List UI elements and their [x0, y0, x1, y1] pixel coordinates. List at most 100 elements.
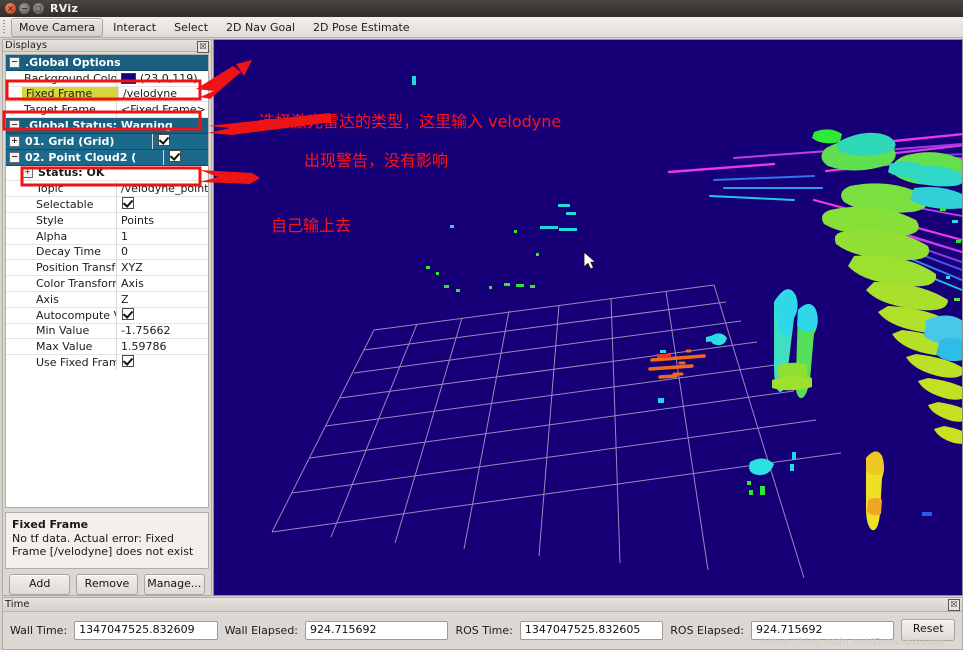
displays-tree[interactable]: − .Global Options Background Color (23,0…	[5, 54, 209, 508]
tree-item-label: .Global Status: Warning	[25, 119, 173, 133]
color-value-text: (23,0,119)	[140, 71, 198, 85]
close-icon[interactable]: ×	[5, 3, 16, 14]
ros-time-input[interactable]: 1347047525.832605	[519, 620, 664, 640]
tree-item-value[interactable]: XYZ	[117, 261, 208, 274]
tree-item-label: Color Transform	[36, 277, 116, 291]
tree-row-fixed-frame[interactable]: Fixed Frame /velodyne	[6, 86, 208, 103]
close-icon[interactable]: ☒	[948, 599, 960, 611]
checkbox-grid-enabled[interactable]	[158, 133, 171, 146]
tree-row-status-ok[interactable]: + Status: OK	[6, 166, 208, 182]
tree-item-label: Status: OK	[38, 166, 105, 180]
annotation-lidar-type: 选择激光雷达的类型，这里输入 velodyne	[259, 112, 562, 131]
tree-row-max-value[interactable]: Max Value 1.59786	[6, 339, 208, 356]
toolbar-drag-handle[interactable]	[1, 19, 8, 35]
tree-item-label: Axis	[36, 292, 59, 306]
displays-panel: Displays ☒ − .Global Options Background …	[2, 39, 212, 596]
tree-row-use-fixed-frame[interactable]: Use Fixed Frame	[6, 355, 208, 370]
tree-row-target-frame[interactable]: Target Frame <Fixed Frame>	[6, 102, 208, 119]
tree-item-value[interactable]	[153, 133, 208, 149]
window-title: RViz	[50, 2, 79, 15]
wall-elapsed-label: Wall Elapsed:	[224, 623, 299, 637]
remove-display-button[interactable]: Remove	[76, 574, 138, 595]
tree-row-selectable[interactable]: Selectable	[6, 197, 208, 213]
maximize-icon[interactable]: ◻	[33, 3, 44, 14]
tree-row-position-transformer[interactable]: Position Transfo XYZ	[6, 260, 208, 277]
status-detail-panel: Fixed Frame No tf data. Actual error: Fi…	[5, 512, 209, 569]
collapse-icon[interactable]: −	[9, 120, 20, 132]
tree-item-label: Target Frame	[24, 103, 96, 117]
tree-item-value[interactable]: (23,0,119)	[117, 72, 208, 85]
tree-item-label: .Global Options	[25, 55, 121, 69]
watermark-text: https://blog.csdn.net/GroundWalker	[761, 637, 946, 648]
tree-item-value[interactable]: -1.75662	[117, 324, 208, 337]
status-line-2: Frame [/velodyne] does not exist	[12, 545, 194, 558]
tree-item-label: Use Fixed Frame	[36, 356, 116, 370]
tree-item-value[interactable]	[164, 149, 208, 165]
tree-item-label: Decay Time	[36, 245, 101, 259]
tree-row-min-value[interactable]: Min Value -1.75662	[6, 323, 208, 340]
color-swatch[interactable]	[121, 73, 136, 85]
tree-item-value[interactable]: Points	[117, 214, 208, 227]
tree-row-color-transformer[interactable]: Color Transform Axis	[6, 276, 208, 292]
tree-item-value[interactable]: Axis	[117, 277, 208, 290]
annotation-type-yourself: 自己输上去	[271, 216, 352, 235]
expand-icon[interactable]: +	[22, 167, 33, 179]
tree-category-global-options[interactable]: − .Global Options	[6, 55, 208, 71]
tree-category-global-status[interactable]: − .Global Status: Warning	[6, 118, 208, 134]
time-panel-title: Time	[5, 599, 30, 610]
tree-row-axis[interactable]: Axis Z	[6, 291, 208, 308]
wall-elapsed-input[interactable]: 924.715692	[305, 620, 449, 640]
manage-displays-button[interactable]: Manage...	[143, 574, 205, 595]
tool-2d-pose-estimate[interactable]: 2D Pose Estimate	[305, 18, 418, 37]
tree-item-label: Autocompute V	[36, 308, 116, 322]
status-title: Fixed Frame	[12, 518, 89, 531]
add-display-button[interactable]: Add	[9, 574, 71, 595]
collapse-icon[interactable]: −	[9, 56, 20, 68]
tree-row-alpha[interactable]: Alpha 1	[6, 228, 208, 245]
checkbox-autocompute[interactable]	[122, 307, 134, 320]
fixed-frame-value[interactable]: /velodyne	[119, 87, 208, 100]
minimize-icon[interactable]: −	[19, 3, 30, 14]
tree-item-label: Alpha	[36, 229, 68, 243]
displays-panel-title: Displays	[5, 40, 48, 51]
tree-row-background-color[interactable]: Background Color (23,0,119)	[6, 70, 208, 87]
tree-item-label: Selectable	[36, 198, 94, 212]
tree-item-label: Min Value	[36, 324, 90, 338]
tree-item-value[interactable]	[117, 307, 208, 323]
wall-time-label: Wall Time:	[10, 623, 68, 637]
tree-row-decay-time[interactable]: Decay Time 0	[6, 244, 208, 261]
tree-item-label: 02. Point Cloud2 (	[25, 150, 137, 164]
tree-item-value[interactable]: 1.59786	[117, 340, 208, 353]
tool-move-camera[interactable]: Move Camera	[11, 17, 104, 37]
checkbox-pointcloud-enabled[interactable]	[169, 149, 182, 162]
checkbox-selectable[interactable]	[122, 197, 134, 210]
wall-time-input[interactable]: 1347047525.832609	[74, 620, 218, 640]
tree-item-label: Fixed Frame	[22, 86, 118, 102]
tree-item-value[interactable]: <Fixed Frame>	[117, 103, 208, 116]
close-icon[interactable]: ☒	[197, 41, 209, 53]
tree-item-value[interactable]: Z	[117, 293, 208, 306]
displays-panel-buttons: Add Remove Manage...	[3, 571, 211, 595]
expand-icon[interactable]: +	[9, 135, 20, 147]
topic-value[interactable]: /velodyne_points	[117, 182, 208, 195]
time-panel-header: Time ☒	[3, 598, 962, 612]
collapse-icon[interactable]: −	[9, 151, 20, 163]
tree-item-value[interactable]	[117, 197, 208, 212]
checkbox-use-fixed-frame[interactable]	[122, 355, 134, 368]
tree-item-value[interactable]	[117, 355, 208, 370]
tree-row-style[interactable]: Style Points	[6, 212, 208, 229]
tool-select[interactable]: Select	[166, 18, 216, 37]
tree-item-value[interactable]: 0	[117, 245, 208, 258]
tree-category-grid[interactable]: + 01. Grid (Grid)	[6, 133, 208, 150]
tree-item-label: Position Transfo	[36, 261, 116, 275]
tree-item-value[interactable]: 1	[117, 230, 208, 243]
tool-interact[interactable]: Interact	[105, 18, 164, 37]
rviz-window: × − ◻ RViz Move Camera Interact Select 2…	[0, 0, 963, 650]
tree-row-topic[interactable]: Topic /velodyne_points	[6, 181, 208, 198]
tree-row-autocompute-value-bounds[interactable]: Autocompute V	[6, 307, 208, 324]
tool-2d-nav-goal[interactable]: 2D Nav Goal	[218, 18, 303, 37]
annotation-warning-ok: 出现警告，没有影响	[304, 151, 449, 170]
tree-category-point-cloud2[interactable]: − 02. Point Cloud2 (	[6, 149, 208, 166]
tree-item-label: Background Color	[24, 71, 116, 85]
render-viewport-3d[interactable]: 选择激光雷达的类型，这里输入 velodyne 出现警告，没有影响 自己输上去	[213, 39, 963, 596]
